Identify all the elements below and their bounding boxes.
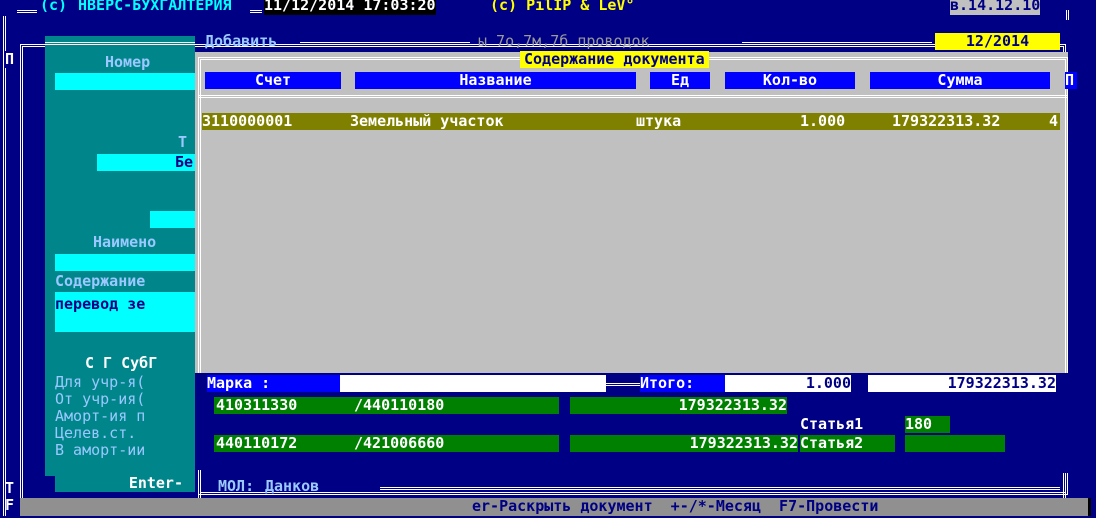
entry2-debit: 440110172 [216,435,298,452]
row-p: 4 [1049,113,1059,130]
entry1-debit: 410311330 [216,397,298,414]
back-dialog-border-2 [742,42,932,45]
back-dialog-title: Добавить [205,33,278,50]
title-border-right [1066,10,1069,20]
left-panel-border [45,42,195,45]
title-author: (c) PilIP & LeV° [490,0,635,14]
itogo-sum: 179322313.32 [868,375,1056,392]
t-label: Т [178,134,188,151]
soderzhanie-field[interactable]: перевод зе [55,292,195,332]
title-copyright: (c) [40,0,68,14]
cols-label: С Г СубГ [85,355,158,372]
row-v-amort: В аморт-ии [55,442,146,459]
status-bar-end [1088,498,1091,516]
naimeno-label: Наимено [93,234,157,251]
statya2-label: Статья2 [800,435,895,452]
dos-screen: { "title_bar":{"copyright":"(c)","app":"… [0,0,1096,518]
row-unit: штука [636,113,682,130]
col-header-account[interactable]: Счет [205,72,341,89]
title-version: в.14.12.10 [950,0,1041,15]
col-header-p[interactable]: П [1065,72,1077,89]
mol-border [198,470,201,498]
label-p: П [5,51,19,68]
back-dialog-subtitle: ы 7о,7м,7б проводок [478,33,650,50]
row-ot: От учр-ия( [55,391,146,408]
be-value: Бе [174,154,193,171]
mol-value: Данков [265,478,320,495]
marka-input[interactable] [340,375,606,392]
perevod-text: перевод зе [55,295,146,313]
outer-left-border [3,16,6,516]
soderzhanie-label: Содержание [55,273,146,290]
row-dlya: Для учр-я( [55,374,146,391]
status-bar: er-Раскрыть документ +-/*-Месяц F7-Прове… [20,498,1090,516]
entry1-credit: /440110180 [354,397,445,414]
itogo-label: Итого: [640,375,725,392]
row-qty: 1.000 [800,113,846,130]
period-display: 12/2014 [935,33,1060,50]
col-header-qty[interactable]: Кол-во [725,72,855,89]
enter-hint: Enter- [55,475,195,492]
nomer-label: Номер [105,54,151,71]
marka-label: Марка : [207,375,340,392]
row-name: Земельный участок [350,113,504,130]
entry2-credit: /421006660 [354,435,445,452]
title-border-sep [250,10,262,13]
title-datetime: 11/12/2014 17:03:20 [264,0,436,15]
status-text: er-Раскрыть документ +-/*-Месяц F7-Прове… [472,498,879,515]
col-header-name[interactable]: Название [355,72,636,89]
content-dialog-title: Содержание документа [520,51,709,68]
entry-row-1[interactable]: 410311330 /440110180 [214,397,559,414]
entry2-sum: 179322313.32 [570,435,798,452]
nomer-field[interactable] [55,73,195,90]
table-row[interactable]: 3110000001 Земельный участок штука 1.000… [202,113,1060,130]
entry1-sum: 179322313.32 [570,397,787,414]
left-f: F [5,497,15,514]
small-field[interactable] [150,211,195,228]
header-separator [198,95,1068,98]
mol-label: МОЛ: [218,478,255,495]
row-celev: Целев.ст. [55,425,137,442]
statya1-label: Статья1 [800,416,864,433]
col-header-unit[interactable]: Ед [650,72,710,89]
enter-label: Enter- [128,475,183,492]
entry-row-2[interactable]: 440110172 /421006660 [214,435,559,452]
back-dialog-border [300,42,470,45]
col-header-sum[interactable]: Сумма [870,72,1050,89]
statya1-value[interactable]: 180 [905,416,950,433]
title-border-left [17,10,37,13]
naimeno-field[interactable] [55,254,195,271]
statya2-value[interactable] [905,435,1005,452]
row-amort: Аморт-ия п [55,408,146,425]
be-field[interactable]: Бе [97,154,195,171]
itogo-qty: 1.000 [725,375,851,392]
row-account: 3110000001 [202,113,293,130]
left-t: T [5,480,15,497]
app-title: НВЕРС-БУХГАЛТЕРИЯ [78,0,232,14]
mol-line [380,487,1060,490]
row-sum: 179322313.32 [892,113,1001,130]
